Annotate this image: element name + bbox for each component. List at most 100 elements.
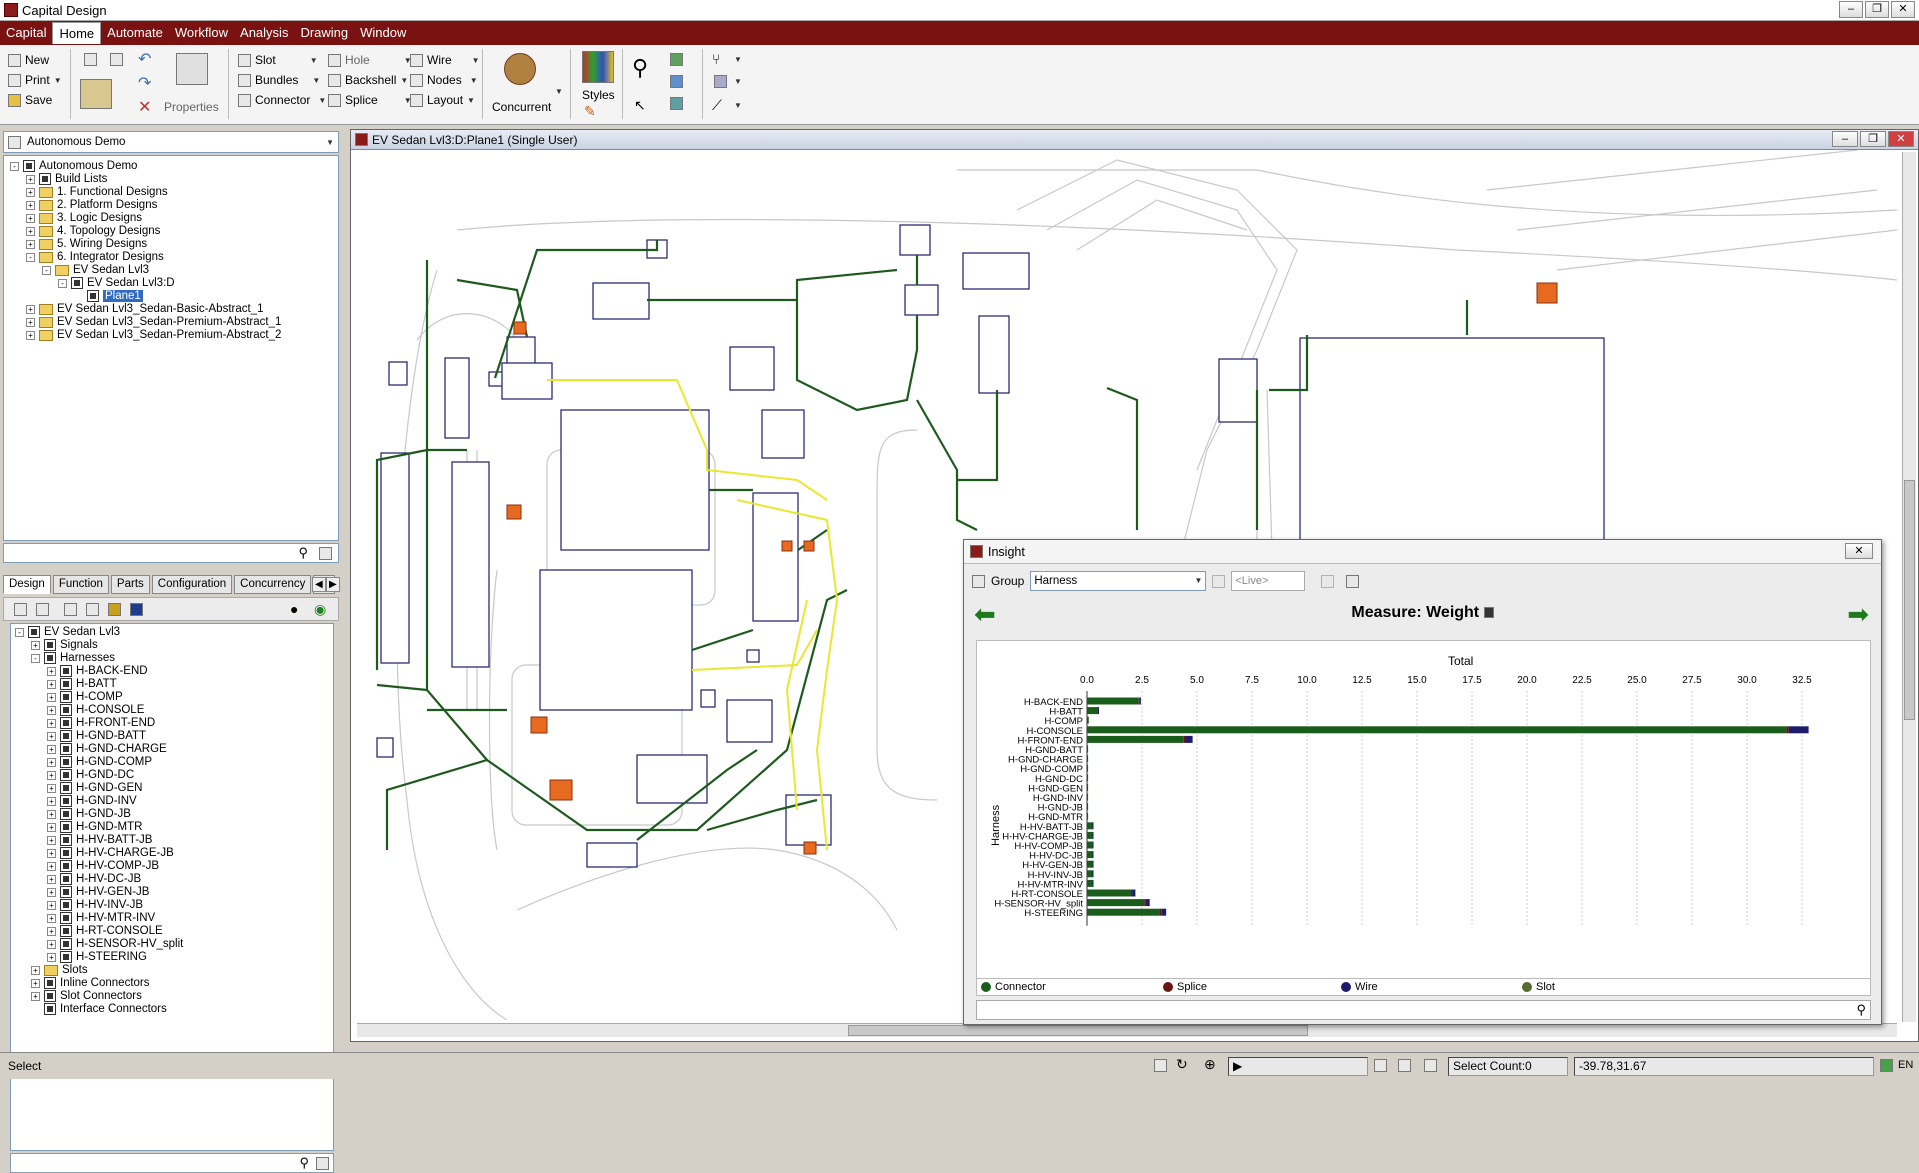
playback-field[interactable]: ▶ xyxy=(1228,1057,1368,1076)
nodes-button[interactable]: Nodes ▼ xyxy=(410,70,478,90)
next-arrow-icon[interactable]: ➡ xyxy=(1847,601,1869,627)
search-icon[interactable]: ⚲ xyxy=(298,545,308,561)
horizontal-scrollbar[interactable] xyxy=(357,1023,1897,1037)
zoom-icon[interactable] xyxy=(714,75,727,88)
print-button[interactable]: Print ▼ xyxy=(8,70,62,90)
chevron-down-icon[interactable]: ▼ xyxy=(326,138,334,147)
expand-icon[interactable]: + xyxy=(47,926,56,936)
canvas-minimize-button[interactable]: – xyxy=(1832,131,1858,147)
styles-icon[interactable] xyxy=(582,51,614,83)
expand-icon[interactable]: + xyxy=(47,692,56,702)
calendar-icon[interactable] xyxy=(1212,574,1226,588)
view-icon[interactable] xyxy=(319,547,332,560)
expand-icon[interactable]: + xyxy=(26,330,35,340)
expand-icon[interactable]: + xyxy=(26,213,35,223)
menu-home[interactable]: Home xyxy=(52,22,102,44)
tab-function[interactable]: Function xyxy=(52,575,109,594)
expand-icon[interactable]: + xyxy=(47,900,56,910)
export-icon[interactable] xyxy=(1321,574,1335,588)
expand-icon[interactable]: + xyxy=(47,796,56,806)
expand-icon[interactable]: + xyxy=(47,848,56,858)
chevron-down-icon[interactable]: ▼ xyxy=(1194,572,1202,590)
expand-icon[interactable]: + xyxy=(47,770,56,780)
tab-parts[interactable]: Parts xyxy=(110,575,150,594)
redo-icon[interactable]: ↷ xyxy=(138,73,151,93)
tab-configuration[interactable]: Configuration xyxy=(151,575,233,594)
new-button[interactable]: New xyxy=(8,50,49,70)
filter-icon[interactable] xyxy=(316,1157,329,1170)
refresh-icon[interactable]: ◉ xyxy=(314,601,326,618)
measure-menu-icon[interactable] xyxy=(1483,607,1494,619)
canvas-restore-button[interactable]: ❐ xyxy=(1860,131,1886,147)
concurrent-button[interactable]: Concurrent xyxy=(492,97,551,117)
measure-icon[interactable]: ⟋ xyxy=(712,97,722,114)
expand-icon[interactable]: - xyxy=(15,627,24,637)
splice-button[interactable]: Splice ▼ xyxy=(328,90,412,110)
select-arrow-icon[interactable]: ↖ xyxy=(634,97,646,114)
expand-icon[interactable]: + xyxy=(47,783,56,793)
expand-icon[interactable]: + xyxy=(47,718,56,728)
route-icon[interactable] xyxy=(670,75,683,88)
expand-icon[interactable]: + xyxy=(47,744,56,754)
language-indicator[interactable]: EN xyxy=(1898,1059,1913,1071)
expand-icon[interactable]: + xyxy=(31,978,40,988)
search-icon[interactable]: ⚲ xyxy=(1856,1002,1866,1018)
network-icon[interactable] xyxy=(670,53,683,66)
expand-icon[interactable]: + xyxy=(47,939,56,949)
insight-panel[interactable]: Insight ✕ Group Harness ▼ <Live> ⬅ Measu… xyxy=(963,539,1882,1025)
pen-icon[interactable]: ✎ xyxy=(584,103,596,120)
group-select[interactable]: Harness ▼ xyxy=(1030,571,1207,591)
rotate-icon[interactable]: ↻ xyxy=(1176,1056,1188,1073)
minimize-button[interactable]: – xyxy=(1839,1,1863,18)
expand-icon[interactable]: + xyxy=(26,304,35,314)
expand-icon[interactable]: + xyxy=(47,913,56,923)
expand-icon[interactable]: + xyxy=(47,757,56,767)
tab-design[interactable]: Design xyxy=(3,575,51,594)
pin-icon[interactable] xyxy=(1398,1059,1411,1072)
expand-icon[interactable]: + xyxy=(47,822,56,832)
expand-icon[interactable]: + xyxy=(26,226,35,236)
horizontal-scroll-thumb[interactable] xyxy=(848,1025,1308,1036)
expand-icon[interactable]: + xyxy=(47,666,56,676)
expand-icon[interactable]: + xyxy=(47,705,56,715)
properties-icon[interactable] xyxy=(176,53,208,85)
wire-button[interactable]: Wire ▼ xyxy=(410,50,480,70)
menu-workflow[interactable]: Workflow xyxy=(169,22,234,44)
connector-button[interactable]: Connector ▼ xyxy=(238,90,326,110)
shield-icon[interactable] xyxy=(1374,1059,1387,1072)
tool-3-icon[interactable] xyxy=(64,603,77,616)
menu-capital[interactable]: Capital xyxy=(0,22,52,44)
expand-icon[interactable]: - xyxy=(31,653,40,663)
expand-icon[interactable]: - xyxy=(58,278,67,288)
close-button[interactable]: ✕ xyxy=(1891,1,1915,18)
menu-analysis[interactable]: Analysis xyxy=(234,22,294,44)
tab-scroll-right-icon[interactable]: ▶ xyxy=(326,577,340,592)
menu-window[interactable]: Window xyxy=(354,22,412,44)
tree-icon[interactable]: ⑂ xyxy=(712,51,720,67)
tab-concurrency[interactable]: Concurrency xyxy=(234,575,312,594)
expand-icon[interactable]: + xyxy=(47,952,56,962)
bundles-button[interactable]: Bundles ▼ xyxy=(238,70,320,90)
expand-icon[interactable]: + xyxy=(26,174,35,184)
expand-icon[interactable]: + xyxy=(26,200,35,210)
backshell-button[interactable]: Backshell ▼ xyxy=(328,70,408,90)
styles-button[interactable]: Styles xyxy=(582,85,615,105)
expand-icon[interactable]: + xyxy=(47,861,56,871)
binoculars-icon[interactable]: ⚲ xyxy=(632,55,648,81)
expand-icon[interactable]: - xyxy=(42,265,51,275)
expand-icon[interactable]: - xyxy=(10,161,19,171)
vertical-scroll-thumb[interactable] xyxy=(1904,480,1915,720)
tool-6-icon[interactable] xyxy=(130,603,143,616)
cut-icon[interactable] xyxy=(110,53,123,66)
menu-automate[interactable]: Automate xyxy=(101,22,169,44)
tool-1-icon[interactable] xyxy=(14,603,27,616)
project-tree-item[interactable]: + EV Sedan Lvl3_Sedan-Premium-Abstract_2 xyxy=(26,327,281,343)
expand-icon[interactable]: - xyxy=(26,252,35,262)
expand-icon[interactable]: + xyxy=(31,991,40,1001)
eye-icon[interactable]: ● xyxy=(290,601,298,617)
expand-icon[interactable]: + xyxy=(47,679,56,689)
grid-icon[interactable] xyxy=(1154,1059,1167,1072)
project-selector[interactable]: Autonomous Demo ▼ xyxy=(3,131,339,153)
restore-button[interactable]: ❐ xyxy=(1865,1,1889,18)
undo-icon[interactable]: ↶ xyxy=(138,49,151,69)
